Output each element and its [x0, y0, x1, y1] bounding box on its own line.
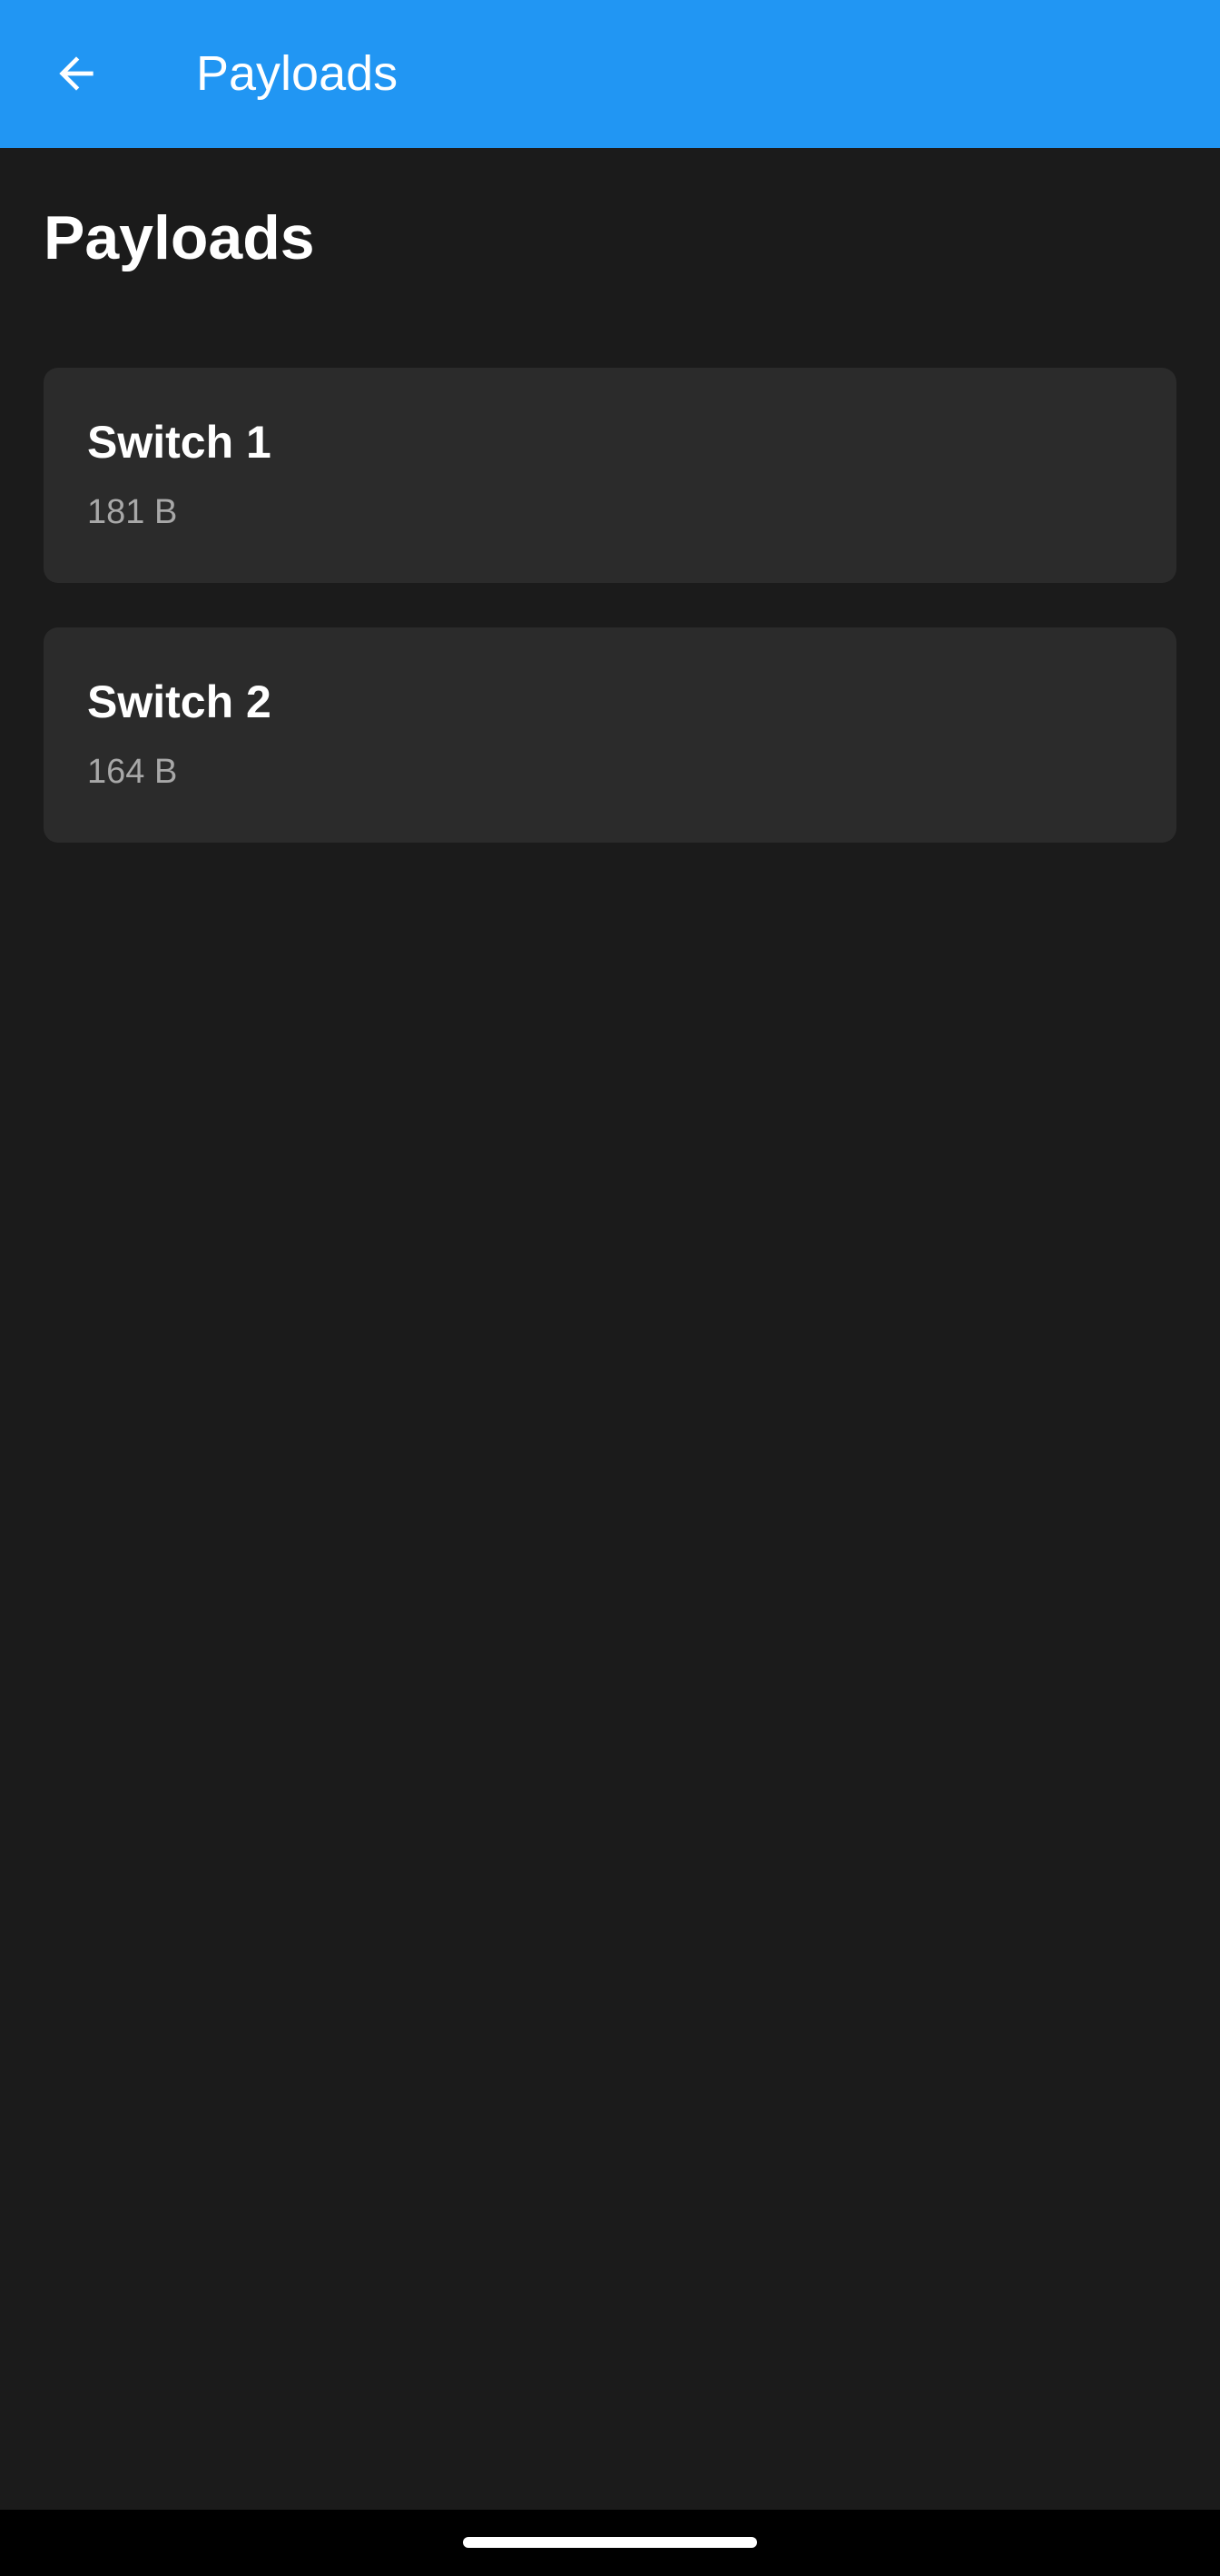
payload-size: 164 B: [87, 753, 178, 791]
home-gesture-handle[interactable]: [463, 2537, 757, 2548]
app-bar: Payloads: [0, 0, 1220, 148]
payload-card-switch-1[interactable]: Switch 1 181 B: [44, 368, 1176, 583]
payload-name: Switch 1: [87, 417, 271, 468]
back-button[interactable]: [33, 33, 120, 114]
arrow-left-icon: [59, 56, 93, 91]
payload-list: Switch 1 181 B Switch 2 164 B: [44, 368, 1176, 887]
app-bar-title: Payloads: [196, 46, 398, 101]
payload-size: 181 B: [87, 493, 178, 531]
payload-name: Switch 2: [87, 676, 271, 727]
page-title: Payloads: [44, 203, 315, 272]
app-screen: Payloads Payloads Switch 1 181 B Switch …: [0, 0, 1220, 2576]
payload-card-switch-2[interactable]: Switch 2 164 B: [44, 627, 1176, 843]
